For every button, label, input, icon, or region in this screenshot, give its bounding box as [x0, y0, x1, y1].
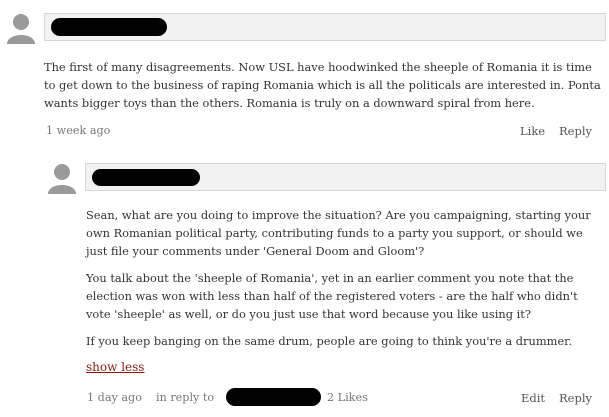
redacted-reply-target	[226, 388, 321, 406]
redacted-username	[51, 18, 167, 36]
avatar	[4, 12, 38, 44]
edit-button[interactable]: Edit	[521, 391, 545, 405]
like-button[interactable]: Like	[520, 124, 545, 138]
show-less-link[interactable]: show less	[86, 360, 144, 374]
default-user-avatar-icon	[7, 14, 35, 44]
reply-button[interactable]: Reply	[559, 391, 592, 405]
reply-body: Sean, what are you doing to improve the …	[86, 206, 602, 359]
redacted-username	[92, 169, 200, 186]
reply-paragraph: If you keep banging on the same drum, pe…	[86, 334, 572, 348]
in-reply-to-label[interactable]: in reply to	[156, 391, 214, 404]
default-user-avatar-icon	[48, 164, 76, 194]
reply-paragraph: Sean, what are you doing to improve the …	[86, 208, 591, 258]
reply-paragraph: You talk about the 'sheeple of Romania',…	[86, 271, 578, 321]
comment-timestamp[interactable]: 1 week ago	[46, 124, 110, 137]
comment-paragraph: The first of many disagreements. Now USL…	[44, 60, 601, 110]
avatar	[45, 162, 79, 194]
reply-timestamp[interactable]: 1 day ago	[87, 391, 142, 404]
likes-count[interactable]: 2 Likes	[327, 391, 368, 404]
comment-body: The first of many disagreements. Now USL…	[44, 58, 604, 121]
reply-button[interactable]: Reply	[559, 124, 592, 138]
